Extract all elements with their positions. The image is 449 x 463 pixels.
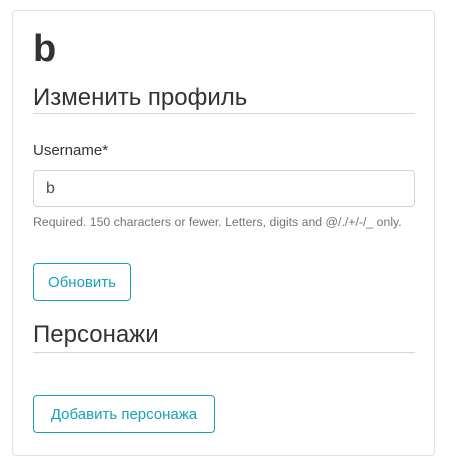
username-label: Username* — [33, 142, 109, 159]
profile-card: b Изменить профиль Username* Required. 1… — [12, 10, 435, 456]
username-help-text: Required. 150 characters or fewer. Lette… — [33, 215, 402, 229]
characters-heading: Персонажи — [33, 321, 159, 348]
edit-profile-heading: Изменить профиль — [33, 84, 248, 111]
update-profile-button[interactable]: Обновить — [33, 263, 131, 301]
add-character-button[interactable]: Добавить персонажа — [33, 395, 215, 433]
characters-divider — [33, 352, 415, 353]
profile-username-heading: b — [33, 28, 57, 70]
edit-profile-divider — [33, 113, 415, 114]
username-input[interactable] — [33, 170, 415, 207]
